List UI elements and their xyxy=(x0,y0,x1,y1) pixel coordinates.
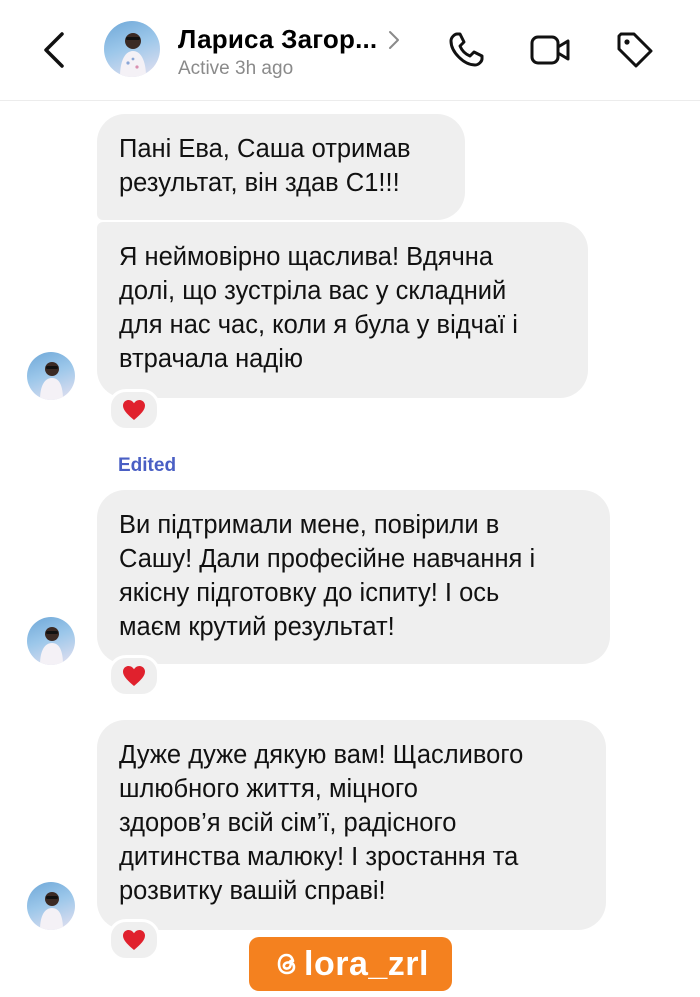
video-camera-icon[interactable] xyxy=(528,28,572,72)
heart-icon xyxy=(123,400,145,420)
chat-header: Лариса Загор... Active 3h ago xyxy=(0,0,700,101)
message-bubble[interactable]: Дуже дуже дякую вам! Щасливого шлюбного … xyxy=(97,720,606,930)
chevron-right-icon xyxy=(387,29,401,51)
contact-avatar[interactable] xyxy=(104,21,160,77)
message-bubble[interactable]: Я неймовірно щаслива! Вдячна долі, що зу… xyxy=(97,222,588,398)
heart-icon xyxy=(123,666,145,686)
back-arrow-icon[interactable] xyxy=(38,30,72,70)
active-status: Active 3h ago xyxy=(178,58,294,79)
phone-icon[interactable] xyxy=(444,28,488,72)
sender-avatar[interactable] xyxy=(27,352,75,400)
heart-icon xyxy=(123,930,145,950)
edited-label: Edited xyxy=(118,455,177,476)
watermark-handle: lora_zrl xyxy=(304,944,429,983)
tag-icon[interactable] xyxy=(613,28,657,72)
watermark-badge: lora_zrl xyxy=(249,937,452,991)
heart-reaction[interactable] xyxy=(108,389,160,431)
sender-avatar[interactable] xyxy=(27,882,75,930)
heart-reaction[interactable] xyxy=(108,919,160,961)
contact-name: Лариса Загор... xyxy=(178,24,378,54)
heart-reaction[interactable] xyxy=(108,655,160,697)
contact-name-link[interactable]: Лариса Загор... xyxy=(178,24,401,55)
message-bubble[interactable]: Пані Ева, Саша отримав результат, він зд… xyxy=(97,114,465,220)
message-bubble[interactable]: Ви підтримали мене, повірили в Сашу! Дал… xyxy=(97,490,610,664)
sender-avatar[interactable] xyxy=(27,617,75,665)
threads-icon xyxy=(277,953,296,975)
